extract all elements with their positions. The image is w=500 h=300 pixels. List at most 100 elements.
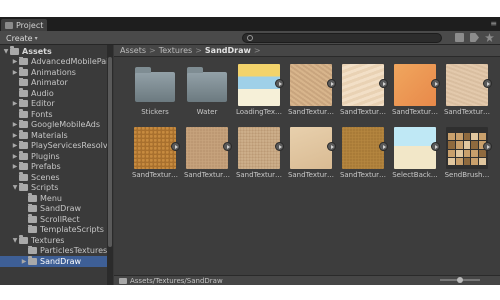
texture-item[interactable]: SandTextur… xyxy=(130,123,180,189)
tree-scroll-thumb[interactable] xyxy=(108,57,112,247)
texture-thumbnail xyxy=(342,64,384,106)
search-input[interactable] xyxy=(242,33,442,43)
tree-item[interactable]: ▶ GoogleMobileAds xyxy=(0,119,107,131)
collapsed-arrow-icon[interactable]: ▶ xyxy=(20,258,28,265)
tree-item[interactable]: ▼ Assets xyxy=(0,46,107,57)
expand-asset-icon[interactable] xyxy=(171,142,180,151)
collapsed-arrow-icon[interactable]: ▶ xyxy=(11,142,19,149)
asset-label: SandTextur… xyxy=(339,171,387,179)
breadcrumb-item[interactable]: SandDraw xyxy=(205,46,251,55)
folder-icon xyxy=(19,130,28,139)
filter-by-label-icon[interactable] xyxy=(470,33,479,42)
tree-item[interactable]: TemplateScripts xyxy=(0,224,107,236)
zoom-slider-knob[interactable] xyxy=(457,277,463,283)
expand-asset-icon[interactable] xyxy=(327,79,336,88)
zoom-slider[interactable] xyxy=(440,277,480,283)
tree-item-label: Audio xyxy=(31,88,54,98)
tab-project[interactable]: Project xyxy=(1,19,47,31)
asset-label: SandTextur… xyxy=(183,171,231,179)
expand-asset-icon[interactable] xyxy=(431,79,440,88)
texture-thumbnail xyxy=(186,127,228,169)
asset-label: SendBrush… xyxy=(444,171,490,179)
expand-asset-icon[interactable] xyxy=(483,142,492,151)
tree-item[interactable]: ScrollRect xyxy=(0,214,107,225)
toolbar: Create ▾ xyxy=(0,31,500,45)
texture-item[interactable]: SandTextur… xyxy=(390,60,440,126)
tree-item[interactable]: ▼ Textures xyxy=(0,235,107,246)
expanded-arrow-icon[interactable]: ▼ xyxy=(11,237,19,244)
breadcrumb-separator: > xyxy=(195,46,202,55)
folder-item[interactable]: Stickers xyxy=(130,60,180,126)
tree-item-label: Fonts xyxy=(31,109,53,119)
tree-item[interactable]: Animator xyxy=(0,77,107,89)
texture-item[interactable]: SandTextur… xyxy=(182,123,232,189)
folder-icon xyxy=(187,67,227,102)
tree-item[interactable]: ▶ Editor xyxy=(0,98,107,110)
collapsed-arrow-icon[interactable]: ▶ xyxy=(11,163,19,170)
expand-asset-icon[interactable] xyxy=(327,142,336,151)
collapsed-arrow-icon[interactable]: ▶ xyxy=(11,153,19,160)
collapsed-arrow-icon[interactable]: ▶ xyxy=(11,132,19,139)
tree-item[interactable]: ▶ PlayServicesResolv xyxy=(0,140,107,152)
folder-icon xyxy=(19,67,28,76)
expand-asset-icon[interactable] xyxy=(483,79,492,88)
tree-item[interactable]: ▶ AdvancedMobilePai xyxy=(0,56,107,68)
tree-item[interactable]: ▶ SandDraw xyxy=(0,256,107,267)
tree-item[interactable]: ▶ Animations xyxy=(0,67,107,78)
texture-item[interactable]: SandTextur… xyxy=(286,60,336,126)
texture-thumbnail xyxy=(290,127,332,169)
collapsed-arrow-icon[interactable]: ▶ xyxy=(11,58,19,65)
project-panel: Project ≡ Create ▾ ▼ Assets ▶ AdvancedMobil… xyxy=(0,17,500,285)
panel-menu-icon[interactable]: ≡ xyxy=(490,19,497,28)
expand-asset-icon[interactable] xyxy=(275,142,284,151)
tree-item[interactable]: ▶ Materials xyxy=(0,130,107,141)
tree-item[interactable]: ▶ Plugins xyxy=(0,151,107,162)
tree-item[interactable]: SandDraw xyxy=(0,203,107,215)
folder-icon xyxy=(19,235,28,244)
folder-icon xyxy=(19,88,28,97)
tree-item-label: Textures xyxy=(31,235,65,245)
expand-asset-icon[interactable] xyxy=(275,79,284,88)
tree-item[interactable]: ParticlesTextures xyxy=(0,245,107,257)
favorites-icon[interactable] xyxy=(485,33,494,42)
folder-icon xyxy=(28,224,37,234)
expand-asset-icon[interactable] xyxy=(379,79,388,88)
breadcrumb-item[interactable]: Assets xyxy=(120,46,146,55)
tree-item[interactable]: ▼ Scripts xyxy=(0,182,107,194)
tree-item[interactable]: Audio xyxy=(0,88,107,99)
folder-icon xyxy=(19,140,28,150)
collapsed-arrow-icon[interactable]: ▶ xyxy=(11,121,19,128)
folder-item[interactable]: Water xyxy=(182,60,232,126)
tree-item[interactable]: Menu xyxy=(0,193,107,204)
texture-item[interactable]: SandTextur… xyxy=(286,123,336,189)
texture-item[interactable]: SandTextur… xyxy=(338,60,388,126)
asset-label: SandTextur… xyxy=(287,171,335,179)
expand-asset-icon[interactable] xyxy=(379,142,388,151)
tree-item[interactable]: Fonts xyxy=(0,109,107,120)
tree-item[interactable]: ▶ Prefabs xyxy=(0,161,107,173)
texture-item[interactable]: SandTextur… xyxy=(442,60,492,126)
expand-asset-icon[interactable] xyxy=(223,142,232,151)
asset-label: SandTextur… xyxy=(235,171,283,179)
expand-asset-icon[interactable] xyxy=(431,142,440,151)
texture-item[interactable]: SendBrush… xyxy=(442,123,492,189)
filter-by-type-icon[interactable] xyxy=(455,33,464,42)
collapsed-arrow-icon[interactable]: ▶ xyxy=(11,100,19,107)
expanded-arrow-icon[interactable]: ▼ xyxy=(2,48,10,55)
expanded-arrow-icon[interactable]: ▼ xyxy=(11,184,19,191)
create-button[interactable]: Create ▾ xyxy=(6,32,38,44)
tree-item-label: ParticlesTextures xyxy=(40,246,107,256)
tab-project-label: Project xyxy=(16,20,44,30)
breadcrumb-item[interactable]: Textures xyxy=(159,46,192,55)
texture-item[interactable]: SelectBack… xyxy=(390,123,440,189)
collapsed-arrow-icon[interactable]: ▶ xyxy=(11,69,19,76)
asset-label: SandTextur… xyxy=(443,108,491,116)
asset-grid: Stickers Water LoadingTex… SandTextur… SandT… xyxy=(114,57,500,275)
texture-item[interactable]: LoadingTex… xyxy=(234,60,284,126)
texture-item[interactable]: SandTextur… xyxy=(338,123,388,189)
folder-icon xyxy=(19,109,28,118)
tree-item[interactable]: Scenes xyxy=(0,172,107,183)
texture-item[interactable]: SandTextur… xyxy=(234,123,284,189)
tree-scrollbar[interactable] xyxy=(107,45,113,285)
tree-item-label: Scenes xyxy=(31,172,60,182)
